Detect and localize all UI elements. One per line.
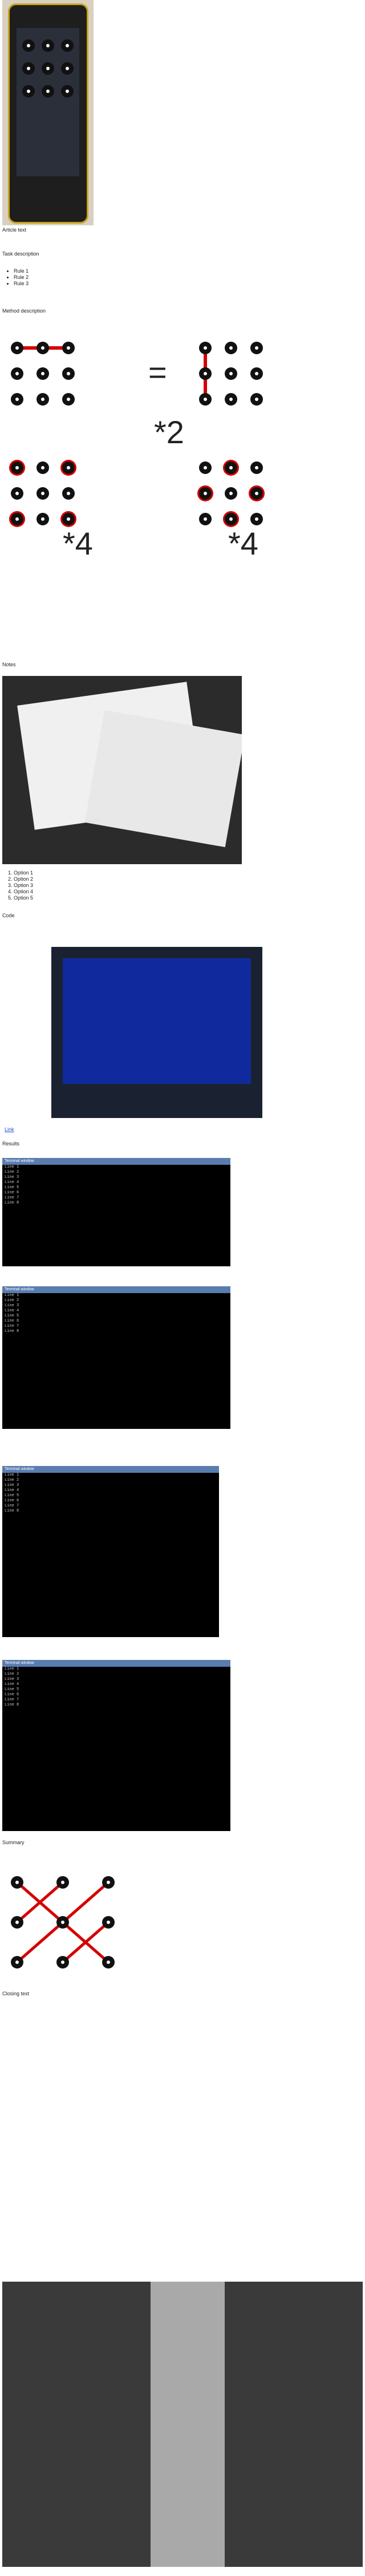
option-item: Option 4 [14, 889, 33, 895]
terminal-title: Terminal window [2, 1466, 219, 1473]
rule-item: Rule 2 [14, 274, 29, 281]
notes-caption: Notes [2, 662, 16, 667]
option-item: Option 2 [14, 876, 33, 882]
task-text: Task description [2, 251, 39, 257]
bottom-photo [2, 2282, 363, 2567]
code-photo [51, 947, 262, 1118]
terminal-window-1: Terminal window Line 1 Line 2 Line 3 Lin… [2, 1158, 230, 1266]
terminal-window-4: Terminal window Line 1 Line 2 Line 3 Lin… [2, 1660, 230, 1831]
final-pattern [0, 1865, 125, 1979]
result-caption: Results [2, 1141, 20, 1147]
option-item: Option 5 [14, 895, 33, 901]
notes-photo [2, 676, 242, 864]
method-text: Method description [2, 308, 46, 314]
multiplier-label: *4 [228, 525, 258, 561]
phone-photo [2, 0, 94, 225]
terminal-title: Terminal window [2, 1158, 230, 1165]
terminal-title: Terminal window [2, 1660, 230, 1667]
rule-item: Rule 1 [14, 268, 29, 274]
terminal-title: Terminal window [2, 1286, 230, 1293]
intro-text: Article text [2, 227, 27, 233]
rules-list: Rule 1 Rule 2 Rule 3 [6, 268, 29, 287]
equals-sign: = [148, 354, 167, 390]
phone-screen [17, 28, 79, 176]
options-list: Option 1 Option 2 Option 3 Option 4 Opti… [6, 870, 33, 901]
pattern-illustration: = *2 *4 *4 [0, 337, 365, 656]
code-caption: Code [2, 913, 15, 918]
rule-item: Rule 3 [14, 281, 29, 287]
final-caption: Summary [2, 1840, 25, 1845]
option-item: Option 3 [14, 882, 33, 889]
option-item: Option 1 [14, 870, 33, 876]
terminal-window-3: Terminal window Line 1 Line 2 Line 3 Lin… [2, 1466, 219, 1637]
outro-text: Closing text [2, 1991, 30, 1996]
pattern-svg [17, 346, 207, 396]
source-link[interactable]: Link [5, 1127, 14, 1132]
multiplier-label: *2 [154, 414, 184, 450]
multiplier-label: *4 [63, 525, 93, 561]
phone-device [8, 3, 88, 224]
terminal-window-2: Terminal window Line 1 Line 2 Line 3 Lin… [2, 1286, 230, 1429]
